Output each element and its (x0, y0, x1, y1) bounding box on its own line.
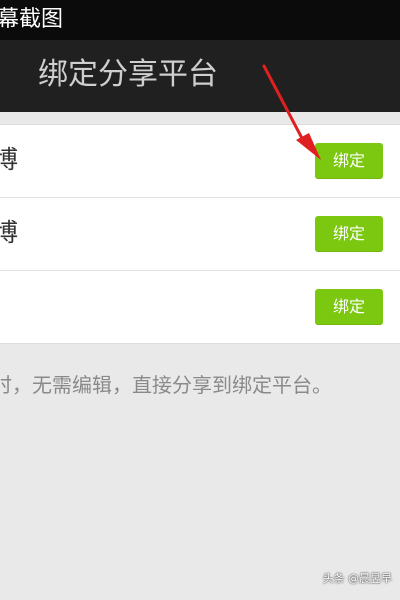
title-bar: 绑定分享平台 (0, 40, 400, 112)
status-bar: 幕截图 (0, 0, 400, 40)
screen: 幕截图 绑定分享平台 博 绑定 博 绑定 绑定 时，无需编辑，直接分享到绑定平台… (0, 0, 400, 600)
watermark-text: 头条 @晨昱早 (322, 572, 393, 585)
hint-text: 时，无需编辑，直接分享到绑定平台。 (0, 373, 332, 397)
platform-label: 博 (0, 218, 19, 247)
bind-button[interactable]: 绑定 (315, 289, 383, 325)
platform-row: 绑定 (0, 271, 400, 343)
page-title: 绑定分享平台 (38, 57, 218, 92)
platform-row: 博 绑定 (0, 125, 400, 197)
bind-button[interactable]: 绑定 (315, 216, 383, 252)
platform-list: 博 绑定 博 绑定 绑定 (0, 124, 400, 344)
platform-label: 博 (0, 145, 19, 174)
platform-row: 博 绑定 (0, 198, 400, 270)
status-bar-text: 幕截图 (0, 7, 64, 32)
bind-button[interactable]: 绑定 (315, 143, 383, 179)
